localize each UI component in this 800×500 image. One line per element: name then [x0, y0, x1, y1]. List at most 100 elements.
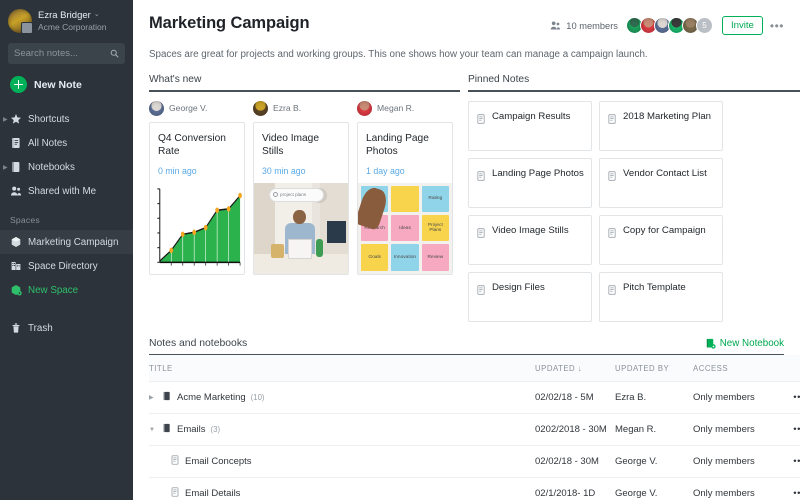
row-more-button[interactable]: ••• [775, 478, 800, 500]
whats-new-card[interactable]: George V. Q4 Conversion Rate 0 min ago [149, 101, 245, 275]
pinned-note-label: Landing Page Photos [492, 168, 584, 181]
avatar [357, 101, 372, 116]
desk-photo: project plans [254, 183, 348, 274]
sticky-note: Innovation [391, 244, 418, 270]
new-notebook-button[interactable]: New Notebook [705, 338, 784, 349]
cell-title[interactable]: ▶ Acme Marketing (10) [149, 382, 535, 414]
photo-search-overlay: project plans [269, 188, 324, 202]
notebook-icon [10, 161, 22, 173]
table-row[interactable]: Email Details 02/1/2018- 1D George V. On… [149, 478, 800, 500]
sidebar-item-all-notes[interactable]: All Notes [0, 131, 133, 155]
chevron-right-icon[interactable]: ▶ [3, 164, 8, 171]
pinned-note[interactable]: 2018 Marketing Plan [599, 101, 723, 151]
cell-updated-by: George V. [615, 478, 693, 500]
note-card[interactable]: Video Image Stills 30 min ago [253, 122, 349, 275]
search-input[interactable] [14, 48, 119, 59]
user-profile[interactable]: Ezra Bridger ⌄ Acme Corporation [0, 0, 133, 41]
cell-access: Only members [693, 446, 775, 478]
star-icon [10, 113, 22, 125]
card-author-name: Ezra B. [273, 103, 301, 113]
cell-title[interactable]: Email Concepts [149, 446, 535, 478]
sidebar-label-notebooks: Notebooks [28, 162, 75, 173]
whats-new-card[interactable]: Ezra B. Video Image Stills 30 min ago [253, 101, 349, 275]
note-icon [476, 282, 486, 300]
whats-new-cards: George V. Q4 Conversion Rate 0 min ago [149, 101, 460, 275]
row-more-button[interactable]: ••• [775, 382, 800, 414]
sticky-note: Review [422, 244, 449, 270]
sidebar-label-marketing-campaign: Marketing Campaign [28, 237, 118, 248]
sidebar-item-new-space[interactable]: New Space [0, 278, 133, 302]
members-icon [550, 20, 561, 31]
note-card-thumbnail-sticky: Rating Research Ideas Project Plans Goal… [358, 183, 452, 274]
cell-title[interactable]: Email Details [149, 478, 535, 500]
new-note-button[interactable]: New Note [0, 64, 133, 103]
note-card[interactable]: Landing Page Photos 1 day ago Rating Res… [357, 122, 453, 275]
cell-updated-by: George V. [615, 446, 693, 478]
chevron-down-icon[interactable]: ▼ [149, 427, 157, 433]
pinned-note[interactable]: Video Image Stills [468, 215, 592, 265]
sticky-note [391, 186, 418, 212]
pinned-note[interactable]: Pitch Template [599, 272, 723, 322]
cell-access: Only members [693, 414, 775, 446]
new-notebook-label: New Notebook [720, 338, 784, 349]
page-title: Marketing Campaign [149, 14, 309, 33]
card-author: George V. [149, 101, 245, 116]
area-chart [150, 183, 244, 274]
sidebar-item-marketing-campaign[interactable]: Marketing Campaign [0, 230, 133, 254]
avatar-overflow-badge[interactable]: 5 [696, 17, 713, 34]
table-row[interactable]: ▼ Emails (3) 0202/2018 - 30M Megan R. On… [149, 414, 800, 446]
whats-new-panel: What's new George V. Q4 Conversion Rate … [149, 74, 460, 322]
chevron-right-icon[interactable]: ▶ [149, 394, 157, 401]
table-row[interactable]: ▶ Acme Marketing (10) 02/02/18 - 5M Ezra… [149, 382, 800, 414]
member-avatars[interactable]: 5 [626, 17, 713, 34]
main-header: Marketing Campaign 10 members 5 [133, 0, 800, 60]
pinned-note[interactable]: Copy for Campaign [599, 215, 723, 265]
page-subtitle: Spaces are great for projects and workin… [149, 49, 786, 60]
table-header-row: TITLE UPDATED ↓ UPDATED BY ACCESS [149, 355, 800, 382]
row-title-text: Acme Marketing [177, 392, 246, 403]
chevron-down-icon[interactable]: ⌄ [94, 11, 100, 20]
notes-notebooks-section: Notes and notebooks New Notebook TITLE U… [133, 322, 800, 500]
notes-table-head: TITLE UPDATED ↓ UPDATED BY ACCESS [149, 355, 800, 382]
row-title-text: Emails [177, 424, 206, 435]
row-more-button[interactable]: ••• [775, 446, 800, 478]
row-more-button[interactable]: ••• [775, 414, 800, 446]
sidebar-item-trash[interactable]: Trash [0, 316, 133, 340]
card-author-name: Megan R. [377, 103, 414, 113]
pinned-note[interactable]: Landing Page Photos [468, 158, 592, 208]
table-row[interactable]: Email Concepts 02/02/18 - 30M George V. … [149, 446, 800, 478]
space-icon [10, 236, 22, 248]
sidebar-item-shortcuts[interactable]: ▶ Shortcuts [0, 107, 133, 131]
sticky-notes-photo: Rating Research Ideas Project Plans Goal… [358, 183, 452, 274]
pinned-note[interactable]: Design Files [468, 272, 592, 322]
pinned-note-label: Video Image Stills [492, 225, 569, 238]
whats-new-card[interactable]: Megan R. Landing Page Photos 1 day ago [357, 101, 453, 275]
sidebar-item-shared-with-me[interactable]: Shared with Me [0, 179, 133, 203]
header-more-button[interactable]: ••• [768, 20, 786, 32]
note-card[interactable]: Q4 Conversion Rate 0 min ago [149, 122, 245, 275]
note-card-time: 0 min ago [150, 159, 244, 183]
pinned-note[interactable]: Campaign Results [468, 101, 592, 151]
cell-updated: 02/1/2018- 1D [535, 478, 615, 500]
search-box[interactable] [8, 43, 125, 64]
card-author: Megan R. [357, 101, 453, 116]
sticky-note: Project Plans [422, 215, 449, 241]
cell-updated: 0202/2018 - 30M [535, 414, 615, 446]
whats-new-title: What's new [149, 74, 460, 85]
column-header-title[interactable]: TITLE [149, 355, 535, 382]
column-header-access[interactable]: ACCESS [693, 355, 775, 382]
invite-button[interactable]: Invite [722, 16, 763, 35]
row-title-text: Email Concepts [185, 456, 252, 467]
pinned-note[interactable]: Vendor Contact List [599, 158, 723, 208]
sidebar-item-space-directory[interactable]: Space Directory [0, 254, 133, 278]
row-title-text: Email Details [185, 488, 240, 499]
chevron-right-icon[interactable]: ▶ [3, 116, 8, 123]
column-header-actions [775, 355, 800, 382]
note-card-time: 1 day ago [358, 159, 452, 183]
note-card-title: Landing Page Photos [358, 123, 452, 159]
notes-notebooks-title: Notes and notebooks [149, 338, 247, 349]
sidebar-item-notebooks[interactable]: ▶ Notebooks [0, 155, 133, 179]
column-header-updated[interactable]: UPDATED ↓ [535, 355, 615, 382]
column-header-updated-by[interactable]: UPDATED BY [615, 355, 693, 382]
cell-title[interactable]: ▼ Emails (3) [149, 414, 535, 446]
